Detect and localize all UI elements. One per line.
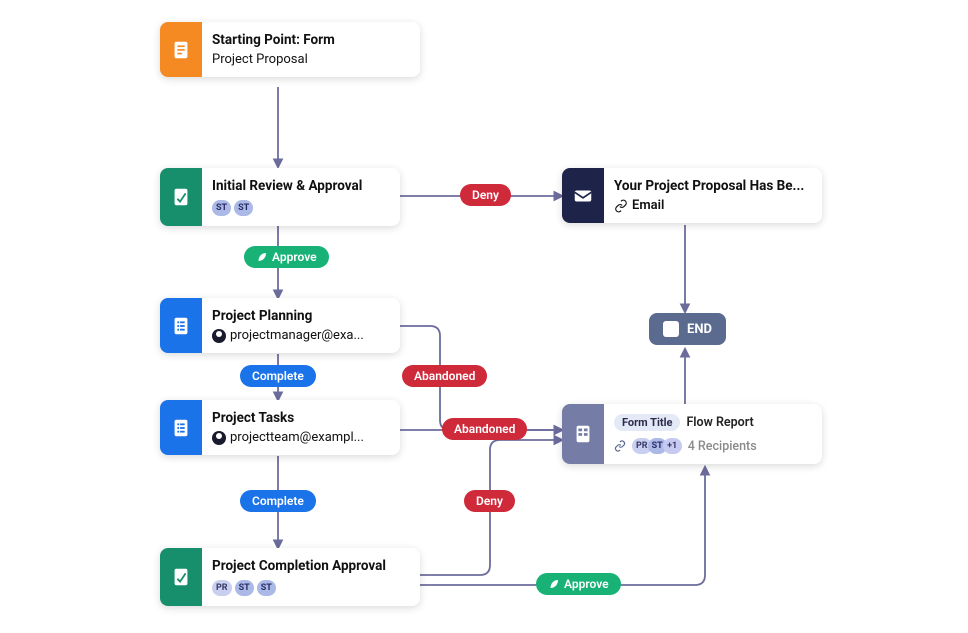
pill-approve[interactable]: Approve <box>244 246 329 268</box>
pill-complete[interactable]: Complete <box>240 490 316 512</box>
recipient-chips: PR ST +1 <box>632 438 682 454</box>
node-title: Initial Review & Approval <box>212 178 386 194</box>
end-label: END <box>687 322 712 337</box>
node-initial-review[interactable]: Initial Review & Approval ST ST <box>160 168 400 226</box>
report-icon <box>562 404 604 464</box>
assignee: projectteam@exampl... <box>212 430 386 445</box>
node-project-tasks[interactable]: Project Tasks projectteam@exampl... <box>160 400 400 455</box>
node-starting-point[interactable]: Starting Point: Form Project Proposal <box>160 22 420 77</box>
node-email-denied[interactable]: Your Project Proposal Has Be... Email <box>562 168 822 223</box>
pill-abandoned[interactable]: Abandoned <box>402 365 487 387</box>
pill-approve[interactable]: Approve <box>536 573 621 595</box>
node-title: Project Completion Approval <box>212 558 406 574</box>
pill-deny[interactable]: Deny <box>464 490 515 512</box>
node-subtitle: Project Proposal <box>212 52 406 67</box>
node-flow-report[interactable]: Form Title Flow Report PR ST +1 4 Recipi… <box>562 404 822 464</box>
node-project-planning[interactable]: Project Planning projectmanager@exa... <box>160 298 400 353</box>
node-title: Project Planning <box>212 308 386 324</box>
node-subtitle: Email <box>614 198 808 213</box>
recipients-row: PR ST +1 4 Recipients <box>614 438 808 454</box>
pill-abandoned[interactable]: Abandoned <box>442 418 527 440</box>
form-icon <box>160 22 202 77</box>
workflow-canvas: Starting Point: Form Project Proposal In… <box>0 0 968 633</box>
node-end[interactable]: END <box>649 313 726 345</box>
stop-icon <box>663 321 679 337</box>
mail-icon <box>562 168 604 223</box>
pill-deny[interactable]: Deny <box>460 184 511 206</box>
flow-title: Flow Report <box>686 415 753 430</box>
recipients-count: 4 Recipients <box>688 439 757 454</box>
leaf-icon <box>256 251 268 263</box>
pill-complete[interactable]: Complete <box>240 365 316 387</box>
node-title: Project Tasks <box>212 410 386 426</box>
connector-lines <box>0 0 968 633</box>
user-icon <box>212 431 226 445</box>
assignee-chips: PR ST ST <box>212 580 406 596</box>
node-project-completion[interactable]: Project Completion Approval PR ST ST <box>160 548 420 606</box>
user-icon <box>212 329 226 343</box>
approval-icon <box>160 548 202 606</box>
form-title-tag: Form Title <box>614 414 680 431</box>
approval-icon <box>160 168 202 226</box>
assignee: projectmanager@exa... <box>212 328 386 343</box>
checklist-icon <box>160 298 202 353</box>
assignee-chips: ST ST <box>212 200 386 216</box>
checklist-icon <box>160 400 202 455</box>
link-icon <box>614 199 628 213</box>
link-icon <box>614 440 626 452</box>
flow-title-row: Form Title Flow Report <box>614 414 808 431</box>
leaf-icon <box>548 578 560 590</box>
node-title: Starting Point: Form <box>212 32 406 48</box>
node-title: Your Project Proposal Has Be... <box>614 178 808 194</box>
